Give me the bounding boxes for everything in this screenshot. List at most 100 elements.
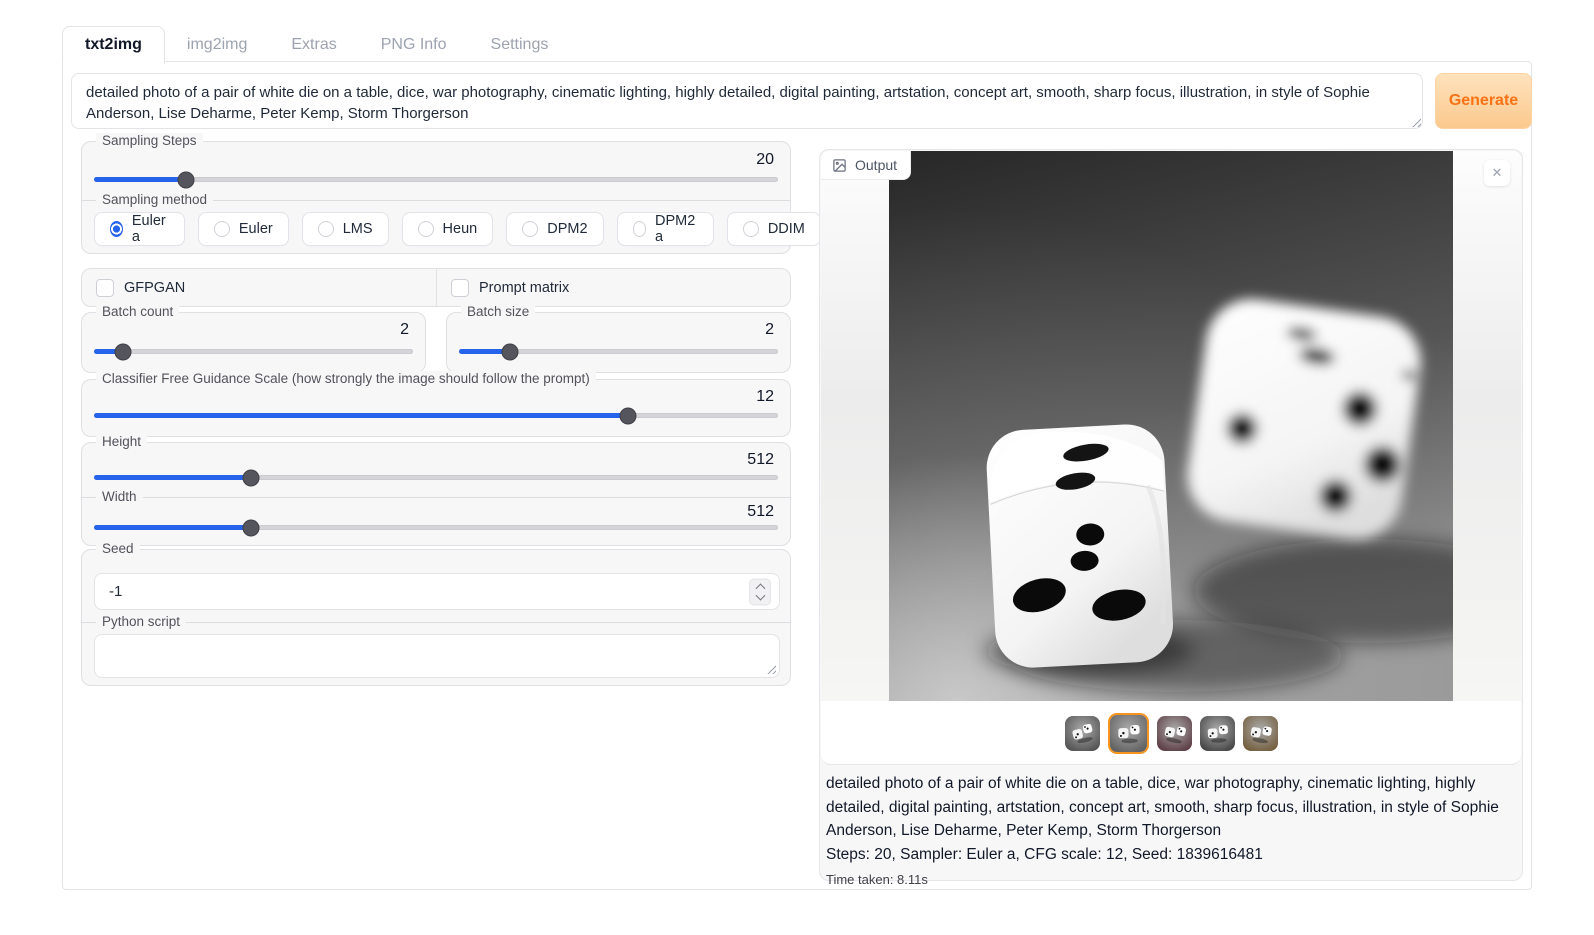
slider-fill — [94, 413, 628, 418]
gallery-thumbnail-3[interactable] — [1157, 716, 1192, 751]
batch-count-slider[interactable] — [94, 349, 413, 354]
gfpgan-label: GFPGAN — [124, 280, 185, 296]
batch-size-slider[interactable] — [459, 349, 778, 354]
sampler-option-dpm2[interactable]: DPM2 — [506, 212, 603, 246]
radio-icon[interactable] — [110, 221, 123, 237]
caption-params: Steps: 20, Sampler: Euler a, CFG scale: … — [826, 843, 1518, 867]
seed-script-group: Seed -1 Python script — [81, 549, 791, 686]
radio-icon[interactable] — [418, 221, 434, 237]
spinner-down-icon[interactable] — [755, 590, 765, 600]
image-right-margin — [1453, 151, 1521, 701]
image-left-margin — [821, 151, 889, 701]
tab-settings[interactable]: Settings — [469, 27, 571, 63]
sampler-option-label: Euler a — [132, 213, 169, 245]
sampler-option-euler-a[interactable]: Euler a — [94, 212, 185, 246]
close-icon[interactable]: ✕ — [1484, 160, 1510, 186]
sampler-option-euler[interactable]: Euler — [198, 212, 289, 246]
sampler-option-label: DPM2 a — [655, 213, 698, 245]
slider-knob[interactable] — [243, 519, 260, 536]
sampling-steps-label: Sampling Steps — [96, 133, 203, 148]
slider-fill — [94, 525, 251, 530]
image-icon — [832, 158, 847, 173]
main-container: detailed photo of a pair of white die on… — [62, 61, 1532, 890]
output-image-card — [821, 151, 1521, 765]
height-slider[interactable] — [94, 475, 778, 480]
prompt-input[interactable]: detailed photo of a pair of white die on… — [71, 73, 1423, 129]
gallery-thumbnail-4[interactable] — [1200, 716, 1235, 751]
sampler-option-label: LMS — [343, 221, 373, 237]
caption-time-taken: Time taken: 8.11s — [826, 868, 1518, 892]
height-label: Height — [96, 434, 147, 449]
output-panel: Output ✕ detailed photo of a pair of whi… — [819, 149, 1523, 881]
slider-knob[interactable] — [114, 343, 131, 360]
radio-icon[interactable] — [214, 221, 230, 237]
radio-icon[interactable] — [318, 221, 334, 237]
generate-button[interactable]: Generate — [1435, 73, 1532, 129]
output-header: Output — [821, 151, 911, 180]
generated-image[interactable] — [889, 151, 1453, 701]
gallery-thumbnails — [821, 709, 1521, 757]
height-value: 512 — [747, 451, 774, 469]
cfg-scale-slider[interactable] — [94, 413, 778, 418]
tab-extras[interactable]: Extras — [269, 27, 358, 63]
python-script-input[interactable] — [94, 634, 780, 678]
radio-icon[interactable] — [633, 221, 646, 237]
sampling-method-options: Euler aEulerLMSHeunDPM2DPM2 aDDIMPLMS — [94, 212, 778, 246]
width-value: 512 — [747, 503, 774, 521]
sampler-option-ddim[interactable]: DDIM — [727, 212, 821, 246]
sampler-option-label: Heun — [443, 221, 478, 237]
width-label: Width — [96, 489, 143, 504]
slider-knob[interactable] — [243, 469, 260, 486]
batch-size-label: Batch size — [461, 304, 535, 319]
prompt-matrix-option[interactable]: Prompt matrix — [437, 269, 790, 306]
radio-icon[interactable] — [743, 221, 759, 237]
caption-prompt: detailed photo of a pair of white die on… — [826, 772, 1518, 843]
seed-value: -1 — [109, 583, 122, 600]
sampling-group: Sampling Steps 20 Sampling method Euler … — [81, 141, 791, 254]
tab-png-info[interactable]: PNG Info — [359, 27, 469, 63]
batch-size-value: 2 — [765, 321, 774, 339]
width-divider: Width — [82, 497, 790, 498]
width-slider[interactable] — [94, 525, 778, 530]
seed-label: Seed — [96, 541, 140, 556]
sampler-option-label: DPM2 — [547, 221, 587, 237]
radio-icon[interactable] — [522, 221, 538, 237]
cfg-scale-group: Classifier Free Guidance Scale (how stro… — [81, 379, 791, 437]
tab-img2img[interactable]: img2img — [165, 27, 269, 63]
batch-size-group: Batch size 2 — [446, 312, 791, 373]
resize-handle-icon[interactable] — [764, 662, 776, 674]
python-script-label: Python script — [96, 614, 186, 629]
cfg-scale-label: Classifier Free Guidance Scale (how stro… — [96, 371, 596, 386]
batch-count-label: Batch count — [96, 304, 179, 319]
prompt-matrix-label: Prompt matrix — [479, 280, 569, 296]
slider-knob[interactable] — [619, 407, 636, 424]
cfg-scale-value: 12 — [756, 388, 774, 406]
sampler-option-heun[interactable]: Heun — [402, 212, 494, 246]
slider-knob[interactable] — [178, 171, 195, 188]
dimensions-group: Height 512 Width 512 — [81, 442, 791, 546]
gfpgan-checkbox[interactable] — [96, 279, 114, 297]
slider-fill — [94, 177, 186, 182]
prompt-matrix-checkbox[interactable] — [451, 279, 469, 297]
seed-input[interactable]: -1 — [94, 573, 780, 610]
batch-count-group: Batch count 2 — [81, 312, 426, 373]
batch-count-value: 2 — [400, 321, 409, 339]
python-script-divider: Python script — [82, 622, 790, 623]
seed-spinner[interactable] — [749, 578, 771, 605]
toggles-group: GFPGAN Prompt matrix — [81, 268, 791, 307]
sampling-steps-value: 20 — [756, 151, 774, 169]
tab-bar: txt2imgimg2imgExtrasPNG InfoSettings — [62, 26, 570, 63]
gallery-thumbnail-5[interactable] — [1243, 716, 1278, 751]
sampling-method-divider: Sampling method — [82, 200, 790, 201]
gallery-thumbnail-1[interactable] — [1065, 716, 1100, 751]
tab-txt2img[interactable]: txt2img — [62, 26, 165, 64]
sampling-method-label: Sampling method — [96, 192, 213, 207]
gfpgan-option[interactable]: GFPGAN — [82, 269, 437, 306]
sampler-option-label: Euler — [239, 221, 273, 237]
sampler-option-label: DDIM — [768, 221, 805, 237]
slider-knob[interactable] — [502, 343, 519, 360]
sampling-steps-slider[interactable] — [94, 177, 778, 182]
gallery-thumbnail-2-selected[interactable] — [1108, 713, 1149, 754]
sampler-option-dpm2-a[interactable]: DPM2 a — [617, 212, 714, 246]
sampler-option-lms[interactable]: LMS — [302, 212, 389, 246]
